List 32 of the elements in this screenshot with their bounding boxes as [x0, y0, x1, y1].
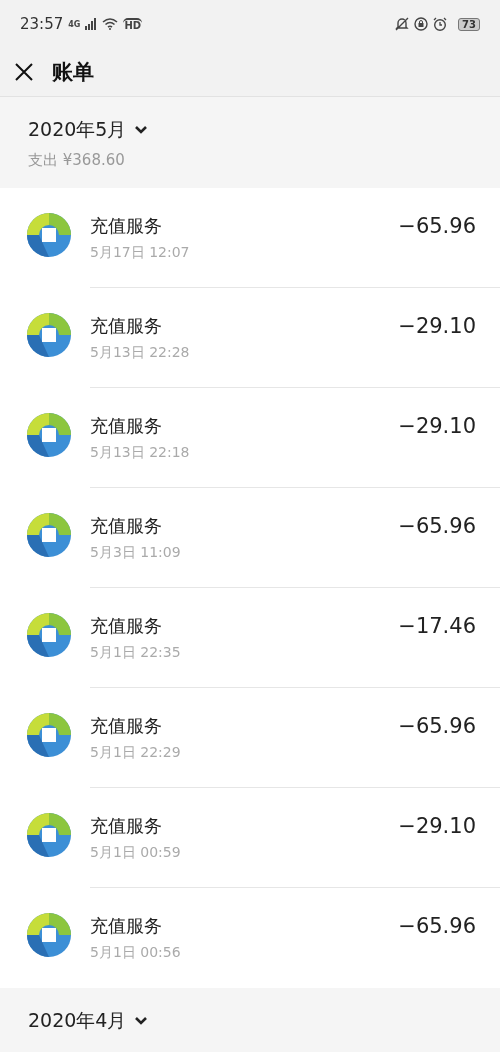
transaction-title: 充值服务: [90, 914, 163, 938]
transaction-time: 5月13日 22:18: [90, 444, 190, 462]
page-title: 账单: [52, 59, 94, 86]
transaction-amount: −65.96: [398, 214, 476, 238]
transaction-title: 充值服务: [90, 314, 163, 338]
transaction-time: 5月1日 00:56: [90, 944, 181, 962]
transaction-title: 充值服务: [90, 614, 163, 638]
transaction-amount: −29.10: [398, 314, 476, 338]
transaction-title: 充值服务: [90, 814, 163, 838]
transaction-amount: −65.96: [398, 914, 476, 938]
transaction-time: 5月13日 22:28: [90, 344, 190, 362]
transaction-time: 5月1日 22:35: [90, 644, 181, 662]
transaction-amount: −29.10: [398, 414, 476, 438]
network-type: 4G: [68, 19, 81, 29]
transaction-time: 5月1日 00:59: [90, 844, 181, 862]
transaction-title: 充值服务: [90, 714, 163, 738]
battery-level: 73: [458, 17, 480, 31]
transaction-title: 充值服务: [90, 214, 163, 238]
month-selector[interactable]: 2020年5月: [28, 117, 149, 143]
transaction-amount: −65.96: [398, 514, 476, 538]
transaction-title: 充值服务: [90, 514, 163, 538]
expense-summary: 支出 ¥368.60: [28, 151, 126, 170]
transaction-time: 5月1日 22:29: [90, 744, 181, 762]
transaction-time: 5月3日 11:09: [90, 544, 181, 562]
transaction-title: 充值服务: [90, 414, 163, 438]
clock-time: 23:57: [20, 15, 64, 33]
transaction-amount: −29.10: [398, 814, 476, 838]
transaction-amount: −17.46: [398, 614, 476, 638]
month-selector[interactable]: 2020年4月: [28, 1008, 149, 1034]
transaction-amount: −65.96: [398, 714, 476, 738]
transaction-time: 5月17日 12:07: [90, 244, 190, 262]
hd-indicator: HD: [123, 17, 143, 31]
